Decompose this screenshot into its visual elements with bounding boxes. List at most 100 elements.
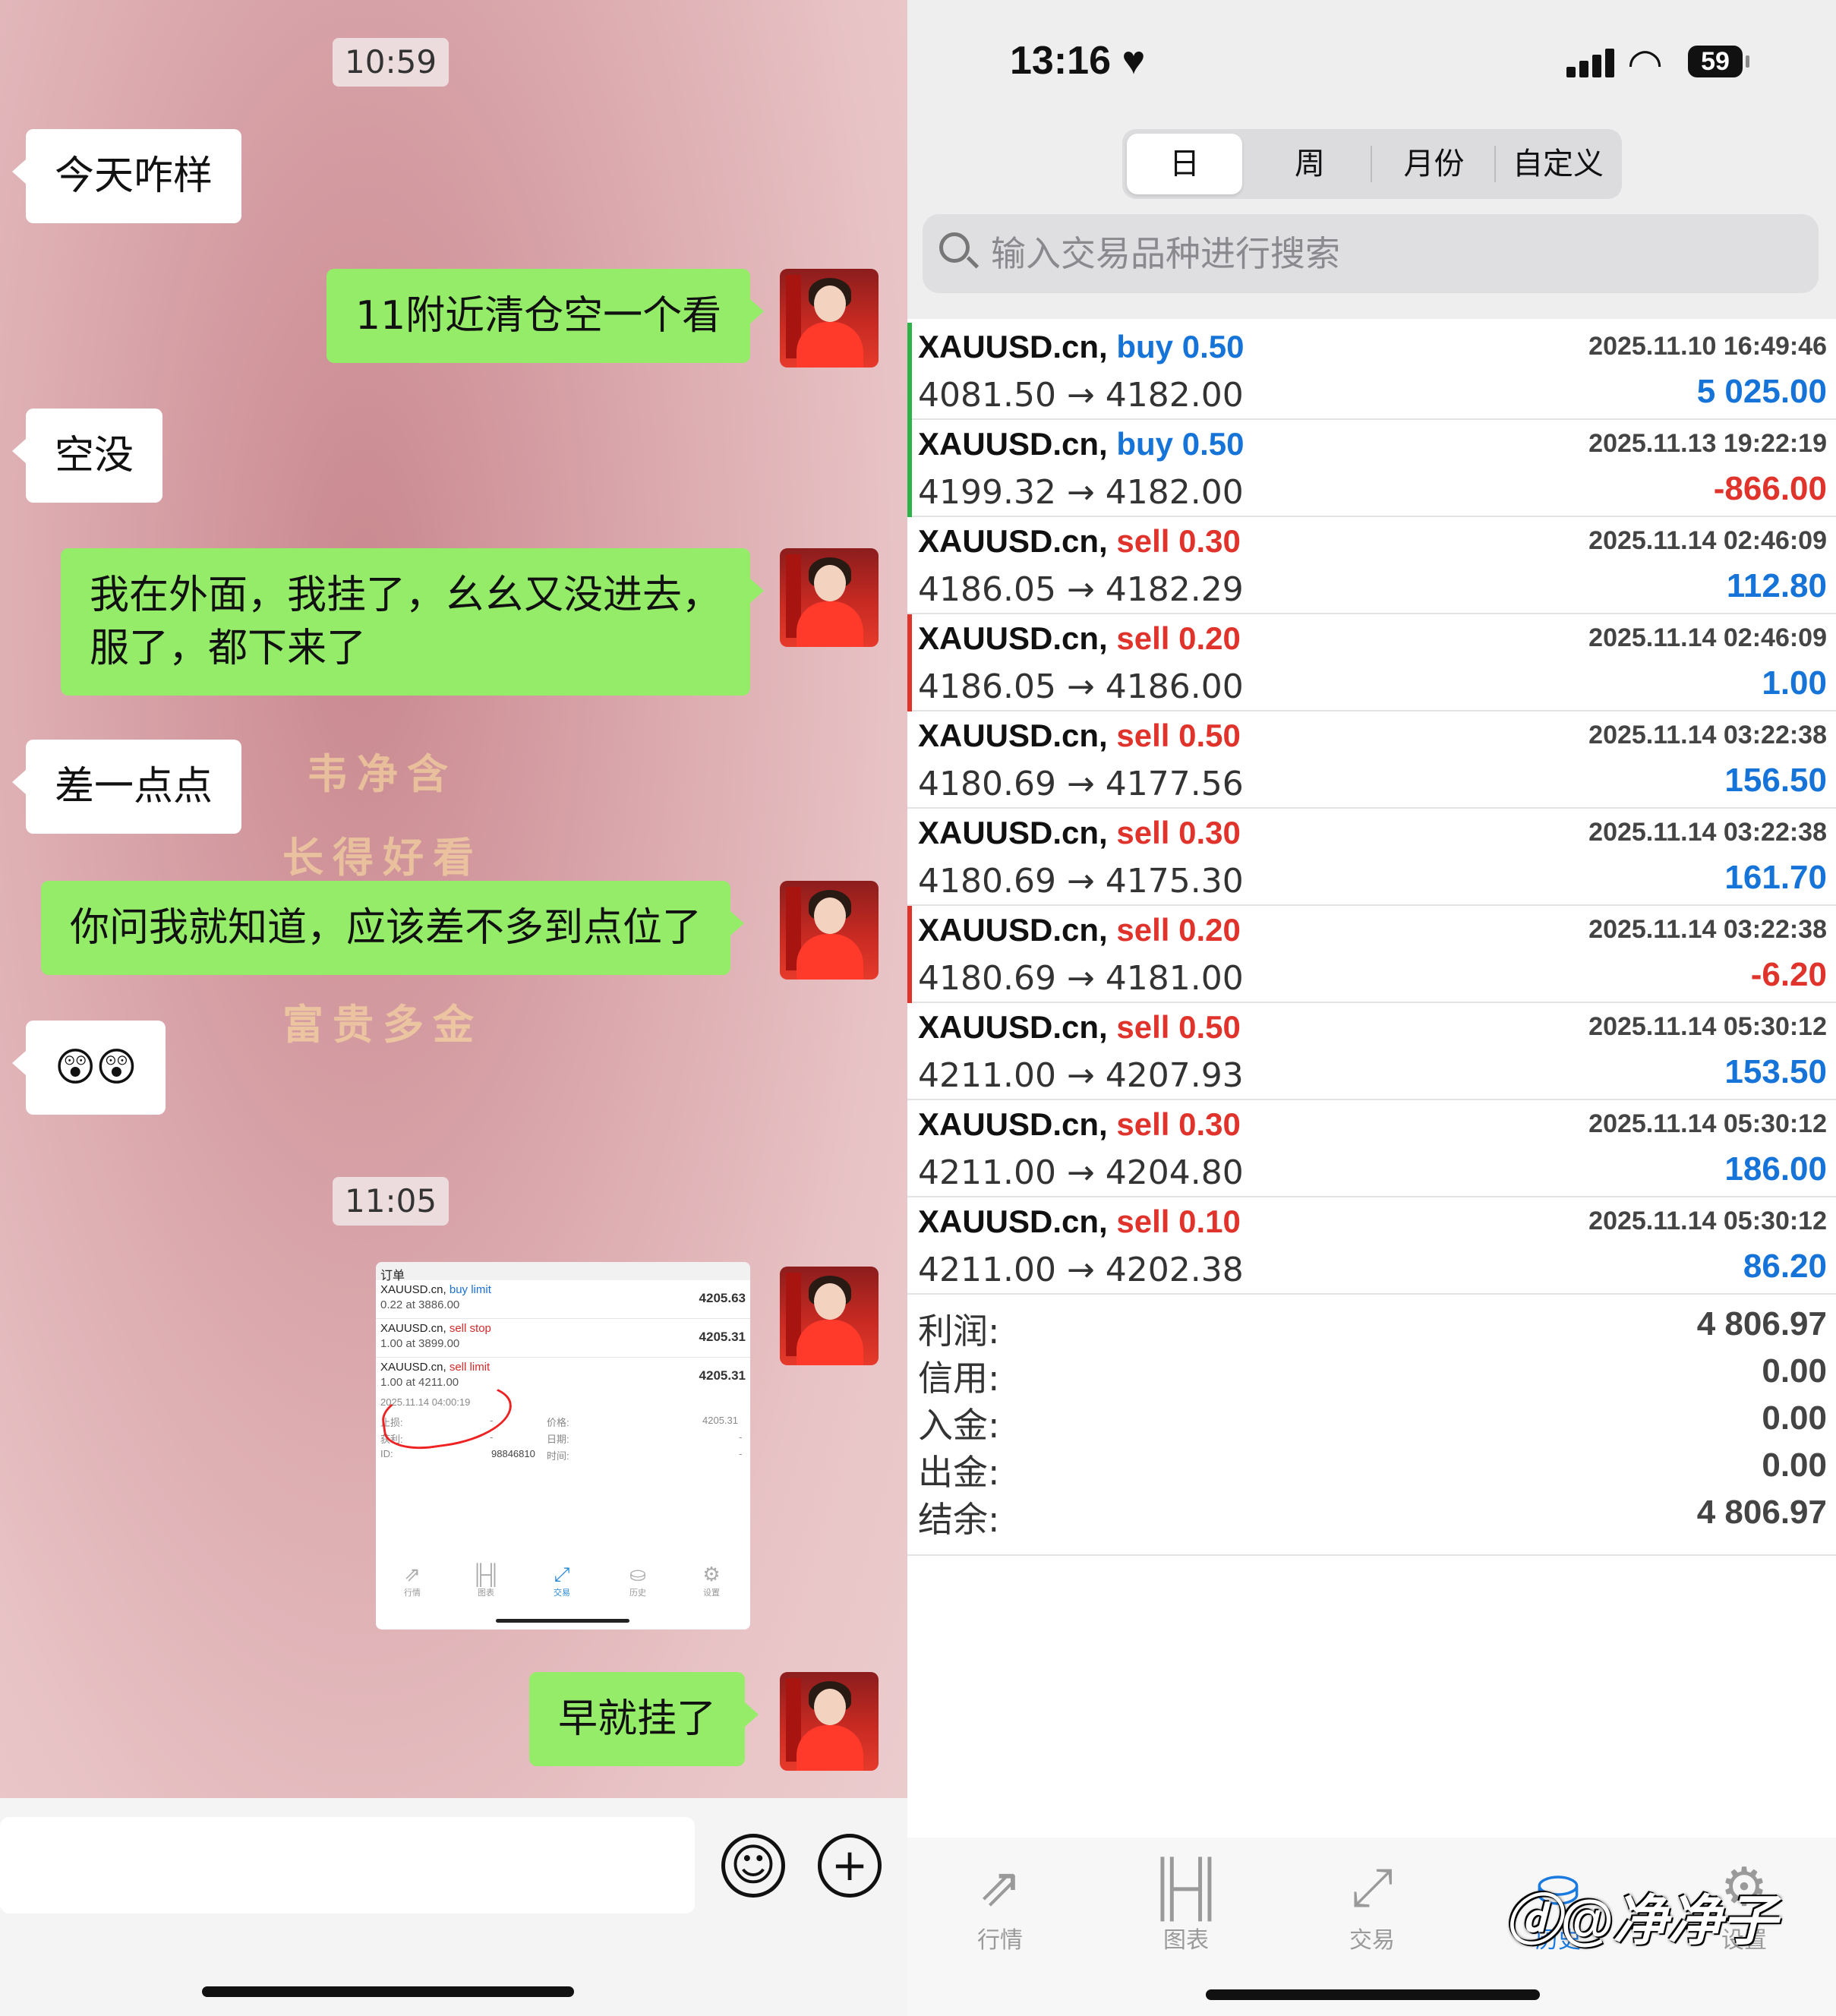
deal-symbol: XAUUSD.cn, sell 0.30 [918,1106,1241,1143]
deal-symbol-text: XAUUSD.cn, [918,912,1108,948]
tab-quotes[interactable]: ⇗ 行情 [939,1853,1061,1954]
mini-symbol: XAUUSD.cn, [380,1322,446,1335]
tab-trade[interactable]: ⤢ 交易 [1311,1853,1433,1954]
mini-price: 4205.31 [699,1330,746,1344]
tab-chart[interactable]: ╟╢ 图表 [1125,1853,1247,1954]
deal-type: sell 0.20 [1116,620,1241,656]
mini-type: sell limit [449,1361,491,1374]
status-bar: 13:16 ♥ ◠ 59 [907,0,1836,121]
deal-datetime: 2025.11.14 05:30:12 [1588,1207,1827,1235]
deal-symbol-text: XAUUSD.cn, [918,329,1108,364]
status-time-text: 13:16 [1010,39,1111,83]
mini-label: ID: [380,1448,393,1459]
summary-value: 0.00 [1762,1399,1827,1437]
deal-symbol: XAUUSD.cn, sell 0.10 [918,1204,1241,1240]
mini-order-row: XAUUSD.cn, buy limit 0.22 at 3886.00 420… [376,1280,750,1319]
chat-input-bar: ☺ + [0,1798,907,2016]
deal-row[interactable]: XAUUSD.cn, buy 0.50 4199.32 → 4182.00 2025… [907,420,1836,517]
tab-label: 图表 [1163,1928,1209,1953]
watermark: ⓓ@净净子 [1505,1891,1778,1951]
deal-symbol-text: XAUUSD.cn, [918,815,1108,850]
mini-tab-label: 行情 [404,1589,421,1598]
home-indicator [1206,1989,1540,2000]
deal-symbol: XAUUSD.cn, sell 0.30 [918,815,1241,851]
mini-tab-label: 历史 [629,1589,646,1598]
status-time: 13:16 ♥ [1010,38,1145,84]
deal-profit: 5 025.00 [1696,373,1827,410]
search-input[interactable] [989,222,1794,286]
summary-row: 出金: 0.00 [907,1442,1836,1493]
deal-datetime: 2025.11.14 05:30:12 [1588,1109,1827,1138]
message-outgoing[interactable]: 11附近清仓空一个看 [327,269,765,363]
deal-datetime: 2025.11.14 02:46:09 [1588,623,1827,652]
deal-row[interactable]: XAUUSD.cn, sell 0.50 4211.00 → 4207.93 202… [907,1003,1836,1100]
message-incoming[interactable]: 差一点点 [11,740,242,834]
message-outgoing[interactable]: 早就挂了 [529,1672,759,1766]
message-incoming[interactable]: 今天咋样 [11,129,242,223]
image-message[interactable]: 订单 XAUUSD.cn, buy limit 0.22 at 3886.00 … [376,1262,750,1630]
deal-row[interactable]: XAUUSD.cn, buy 0.50 4081.50 → 4182.00 2025… [907,323,1836,420]
mini-symbol: XAUUSD.cn, [380,1361,446,1374]
avatar[interactable] [780,1267,879,1365]
mini-label: 价格: [547,1417,569,1428]
message-outgoing[interactable]: 你问我就知道，应该差不多到点位了 [41,881,745,975]
period-segmented-control: 日 周 月份 自定义 [1122,129,1622,199]
mini-price: 4205.63 [699,1291,746,1305]
deal-symbol-text: XAUUSD.cn, [918,426,1108,462]
message-outgoing[interactable]: 我在外面，我挂了，幺幺又没进去， 服了，都下来了 [61,548,764,696]
avatar[interactable] [780,548,879,647]
deal-row[interactable]: XAUUSD.cn, sell 0.20 4186.05 → 4186.00 202… [907,614,1836,711]
deal-marker [907,614,912,711]
deal-row[interactable]: XAUUSD.cn, sell 0.50 4180.69 → 4177.56 202… [907,711,1836,809]
emoji-button[interactable]: ☺ [721,1834,785,1898]
deal-profit: 161.70 [1724,859,1827,896]
mini-id: 98846810 [491,1448,535,1459]
search-bar[interactable] [923,214,1819,293]
deal-prices: 4081.50 → 4182.00 [918,376,1244,415]
deal-type: sell 0.50 [1116,718,1241,753]
signal-icon [1566,47,1617,77]
deal-row[interactable]: XAUUSD.cn, sell 0.10 4211.00 → 4202.38 202… [907,1197,1836,1295]
deal-symbol: XAUUSD.cn, sell 0.50 [918,718,1241,754]
segment-week[interactable]: 周 [1253,134,1367,194]
message-input[interactable] [0,1817,695,1913]
decor-text: 富贵多金 [282,1001,483,1049]
history-icon: ⛀ [629,1563,646,1585]
deal-prices: 4180.69 → 4177.56 [918,765,1244,803]
plus-button[interactable]: + [818,1834,882,1898]
summary-section: 利润: 4 806.97 信用: 0.00 入金: 0.00 出金: 0.00 结余: 4 806… [907,1301,1836,1556]
deal-row[interactable]: XAUUSD.cn, sell 0.30 4186.05 → 4182.29 202… [907,517,1836,614]
avatar[interactable] [780,269,879,368]
decor-text: 长得好看 [282,834,483,882]
summary-label: 利润: [918,1311,1000,1352]
message-incoming[interactable]: 空没 [11,409,163,503]
mini-symbol: XAUUSD.cn, [380,1283,446,1296]
mini-sub: 1.00 at 3899.00 [380,1337,460,1350]
message-incoming-emoji[interactable]: 😲😲 [11,1021,166,1115]
deal-profit: -866.00 [1713,470,1827,507]
deal-symbol: XAUUSD.cn, sell 0.50 [918,1009,1241,1046]
deal-datetime: 2025.11.13 19:22:19 [1588,429,1827,458]
segment-day[interactable]: 日 [1127,134,1242,194]
decor-text: 韦净含 [307,750,457,798]
avatar[interactable] [780,881,879,980]
deal-symbol: XAUUSD.cn, sell 0.20 [918,912,1241,948]
mini-tabbar: ⇗ 行情 ╟╢ 图表 ⤢ 交易 ⛀ 历史 ⚙ 设置 [376,1562,750,1607]
chat-timestamp: 10:59 [333,38,450,87]
deal-type: sell 0.30 [1116,815,1241,850]
deal-row[interactable]: XAUUSD.cn, sell 0.30 4180.69 → 4175.30 202… [907,809,1836,906]
mini-tab: ⤢ 交易 [539,1562,585,1598]
deal-symbol: XAUUSD.cn, buy 0.50 [918,426,1244,462]
deal-row[interactable]: XAUUSD.cn, sell 0.20 4180.69 → 4181.00 202… [907,906,1836,1003]
segment-month[interactable]: 月份 [1375,134,1493,194]
summary-value: 0.00 [1762,1447,1827,1484]
deal-datetime: 2025.11.10 16:49:46 [1588,332,1827,361]
mini-tab: ⚙ 设置 [689,1562,734,1598]
deal-row[interactable]: XAUUSD.cn, sell 0.30 4211.00 → 4204.80 202… [907,1100,1836,1197]
avatar[interactable] [780,1672,879,1771]
deal-profit: 1.00 [1762,664,1827,702]
mini-value: - [739,1448,743,1459]
segment-custom[interactable]: 自定义 [1499,134,1617,194]
quotes-icon: ⇗ [404,1563,421,1585]
deal-datetime: 2025.11.14 02:46:09 [1588,526,1827,555]
